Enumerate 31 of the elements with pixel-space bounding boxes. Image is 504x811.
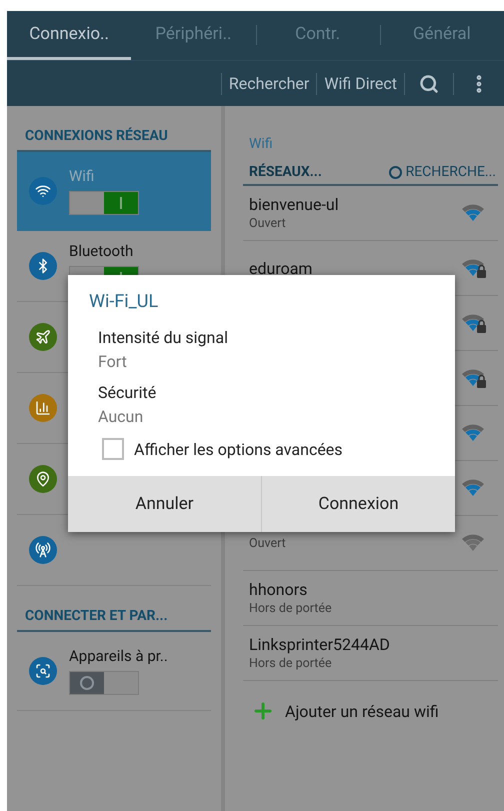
- network-name: eduroam: [249, 258, 312, 278]
- sidebar-item[interactable]: Appareils à pr..: [17, 632, 211, 711]
- network-status: Ouvert: [249, 536, 286, 550]
- section-title: CONNECTER ET PAR...: [17, 586, 211, 632]
- scan-button[interactable]: RECHERCHE...: [388, 164, 496, 180]
- network-row[interactable]: bienvenue-ul Ouvert: [243, 186, 498, 241]
- item-label: Bluetooth: [69, 242, 134, 260]
- network-name: hhonors: [249, 580, 308, 599]
- field-label: Sécurité: [98, 383, 158, 402]
- field-label: Intensité du signal: [98, 328, 229, 347]
- field-value: Aucun: [98, 407, 144, 426]
- list-title: RÉSEAUX...: [249, 164, 322, 180]
- checkbox[interactable]: [102, 438, 124, 460]
- toggle-switch[interactable]: [69, 671, 139, 695]
- network-name: bienvenue-ul: [249, 195, 339, 214]
- network-row[interactable]: Linksprinter5244AD Hors de portée: [243, 626, 498, 681]
- network-status: Hors de portée: [249, 601, 332, 616]
- network-status: Hors de portée: [249, 656, 333, 671]
- network-name: Linksprinter5244AD: [249, 635, 390, 654]
- item-label: Appareils à pr..: [69, 647, 168, 665]
- action-button[interactable]: Rechercher: [220, 72, 316, 94]
- add-network-link[interactable]: Ajouter un réseau wifi: [285, 702, 439, 720]
- toggle-switch[interactable]: [69, 191, 139, 215]
- action-button[interactable]: Wifi Direct: [316, 72, 404, 94]
- panel-title: Wifi: [248, 135, 274, 154]
- network-row[interactable]: hhonors Hors de portée: [243, 571, 498, 626]
- item-label: Wifi: [69, 167, 96, 185]
- search-icon[interactable]: [419, 74, 439, 94]
- checkbox-label: Afficher les options avancées: [134, 440, 343, 458]
- network-status: Ouvert: [249, 216, 287, 231]
- field-value: Fort: [98, 352, 128, 371]
